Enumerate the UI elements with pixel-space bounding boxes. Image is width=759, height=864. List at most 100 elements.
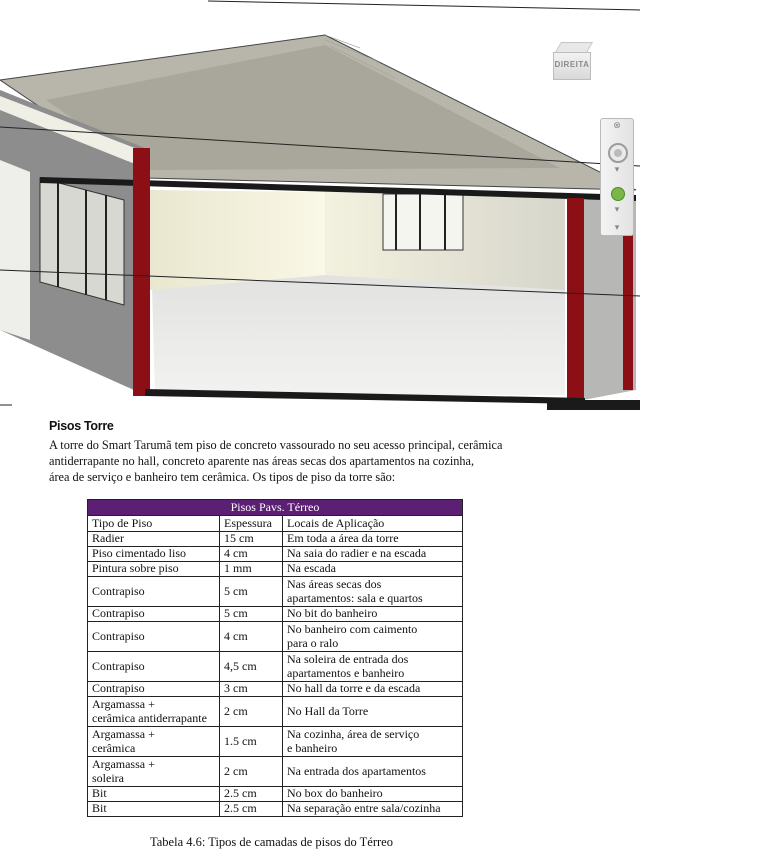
cell-tipo-line: Contrapiso — [92, 628, 145, 643]
cell-locais-line: Na saia do radier e na escada — [287, 546, 427, 561]
table-row: Bit 2.5 cm Na separação entre sala/cozinha — [87, 801, 463, 817]
cell-espessura: 5 cm — [219, 606, 283, 622]
cell-tipo-line: Radier — [92, 531, 124, 546]
cell-espessura-line: 5 cm — [224, 583, 248, 598]
cell-espessura-line: 2.5 cm — [224, 801, 257, 816]
cell-tipo-line: Contrapiso — [92, 658, 145, 673]
cell-tipo: Argamassa + cerâmica — [87, 726, 220, 757]
cell-tipo: Contrapiso — [87, 606, 220, 622]
cell-tipo: Bit — [87, 801, 220, 817]
cell-espessura: 3 cm — [219, 681, 283, 697]
close-icon[interactable]: ⊗ — [601, 121, 633, 131]
cell-espessura-line: 15 cm — [224, 531, 254, 546]
table-row: Contrapiso 3 cm No hall da torre e da esca… — [87, 681, 463, 697]
cell-locais-line: apartamentos e banheiro — [287, 665, 405, 680]
cell-tipo: Contrapiso — [87, 651, 220, 682]
cell-locais: No Hall da Torre — [282, 696, 463, 727]
zoom-chevron-down-icon[interactable]: ▾ — [601, 205, 633, 215]
table-row: Bit 2.5 cm No box do banheiro — [87, 786, 463, 802]
cell-espessura-line: 5 cm — [224, 606, 248, 621]
cell-espessura-line: 2 cm — [224, 703, 248, 718]
cell-locais-line: Na separação entre sala/cozinha — [287, 801, 441, 816]
view-cube-label[interactable]: DIREITA — [553, 60, 591, 69]
cell-tipo: Radier — [87, 531, 220, 547]
cell-espessura: 15 cm — [219, 531, 283, 547]
cell-tipo-line: Bit — [92, 786, 107, 801]
cell-espessura: 1.5 cm — [219, 726, 283, 757]
table-row: Contrapiso 4,5 cm Na soleira de entrada do… — [87, 651, 463, 682]
cell-locais: Na separação entre sala/cozinha — [282, 801, 463, 817]
3d-viewport[interactable]: DIREITA ⊗ ▾ ▾ ▾ — [0, 0, 640, 412]
cell-locais: Na saia do radier e na escada — [282, 546, 463, 562]
cell-locais-line: Nas áreas secas dos — [287, 577, 382, 591]
column-header-tipo: Tipo de Piso — [87, 515, 220, 532]
table-title: Pisos Pavs. Térreo — [87, 499, 463, 516]
body-line: antiderrapante no hall, concreto aparent… — [49, 454, 475, 468]
cell-tipo-line: Argamassa + — [92, 697, 155, 711]
cell-espessura-line: 1 mm — [224, 561, 252, 576]
cell-espessura-line: 4 cm — [224, 546, 248, 561]
zoom-icon[interactable] — [611, 187, 625, 201]
cell-locais-line: No hall da torre e da escada — [287, 681, 421, 696]
cell-espessura: 2 cm — [219, 696, 283, 727]
cell-locais-line: Na entrada dos apartamentos — [287, 763, 426, 778]
cell-tipo-line: Contrapiso — [92, 583, 145, 598]
body-line: área de serviço e banheiro tem cerâmica.… — [49, 470, 396, 484]
cell-locais-line: apartamentos: sala e quartos — [287, 590, 423, 605]
table-row: Piso cimentado liso 4 cm Na saia do radier… — [87, 546, 463, 562]
table-body: Radier 15 cm Em toda a área da torre Piso c… — [87, 531, 463, 817]
cell-locais-line: No banheiro com caimento — [287, 622, 418, 636]
cell-locais: Na escada — [282, 561, 463, 577]
cell-locais-line: para o ralo — [287, 635, 339, 650]
cell-tipo-line: Contrapiso — [92, 606, 145, 621]
cell-locais-line: e banheiro — [287, 740, 338, 755]
cell-tipo-line: soleira — [92, 770, 124, 785]
cell-locais: No banheiro com caimento para o ralo — [282, 621, 463, 652]
table-row: Contrapiso 4 cm No banheiro com caimento pa… — [87, 621, 463, 652]
table-row: Contrapiso 5 cm No bit do banheiro — [87, 606, 463, 622]
section-body: A torre do Smart Tarumã tem piso de conc… — [49, 437, 519, 485]
cell-tipo: Argamassa + cerâmica antiderrapante — [87, 696, 220, 727]
cell-espessura: 4 cm — [219, 546, 283, 562]
cell-locais-line: Na escada — [287, 561, 336, 576]
cell-locais: Na cozinha, área de serviço e banheiro — [282, 726, 463, 757]
cell-espessura-line: 1.5 cm — [224, 733, 257, 748]
cell-locais: No bit do banheiro — [282, 606, 463, 622]
view-cube[interactable]: DIREITA — [545, 38, 595, 84]
floor-types-table: Pisos Pavs. Térreo Tipo de Piso Espessur… — [87, 499, 463, 817]
cell-tipo-line: Pintura sobre piso — [92, 561, 179, 576]
cell-espessura-line: 3 cm — [224, 681, 248, 696]
navigation-bar: ⊗ ▾ ▾ ▾ — [600, 118, 634, 236]
cell-espessura-line: 2.5 cm — [224, 786, 257, 801]
cell-espessura: 4,5 cm — [219, 651, 283, 682]
cell-tipo: Argamassa + soleira — [87, 756, 220, 787]
chevron-down-icon[interactable]: ▾ — [601, 165, 633, 175]
cell-tipo-line: Bit — [92, 801, 107, 816]
cell-tipo-line: Contrapiso — [92, 681, 145, 696]
cell-locais: Em toda a área da torre — [282, 531, 463, 547]
cell-tipo-line: Piso cimentado liso — [92, 546, 186, 561]
cell-locais-line: Em toda a área da torre — [287, 531, 399, 546]
table-row: Contrapiso 5 cm Nas áreas secas dos apartam… — [87, 576, 463, 607]
section-title: Pisos Torre — [49, 419, 114, 433]
steering-wheel-icon[interactable] — [608, 143, 628, 163]
cell-tipo: Bit — [87, 786, 220, 802]
cell-espessura: 2.5 cm — [219, 786, 283, 802]
building-model-render — [0, 0, 640, 410]
cell-tipo: Contrapiso — [87, 681, 220, 697]
navbar-menu-icon[interactable]: ▾ — [601, 223, 633, 233]
table-caption: Tabela 4.6: Tipos de camadas de pisos do… — [150, 835, 393, 849]
cell-locais: Nas áreas secas dos apartamentos: sala e … — [282, 576, 463, 607]
cell-espessura-line: 4 cm — [224, 628, 248, 643]
cell-locais: No hall da torre e da escada — [282, 681, 463, 697]
table-row: Radier 15 cm Em toda a área da torre — [87, 531, 463, 547]
cell-locais: No box do banheiro — [282, 786, 463, 802]
table-row: Argamassa + cerâmica antiderrapante 2 cm No… — [87, 696, 463, 727]
column-header-locais: Locais de Aplicação — [282, 515, 463, 532]
cell-locais-line: No bit do banheiro — [287, 606, 378, 621]
cell-tipo: Piso cimentado liso — [87, 546, 220, 562]
cell-tipo: Contrapiso — [87, 576, 220, 607]
table-row: Argamassa + cerâmica 1.5 cm Na cozinha, áre… — [87, 726, 463, 757]
cell-locais-line: No box do banheiro — [287, 786, 383, 801]
cell-espessura: 4 cm — [219, 621, 283, 652]
